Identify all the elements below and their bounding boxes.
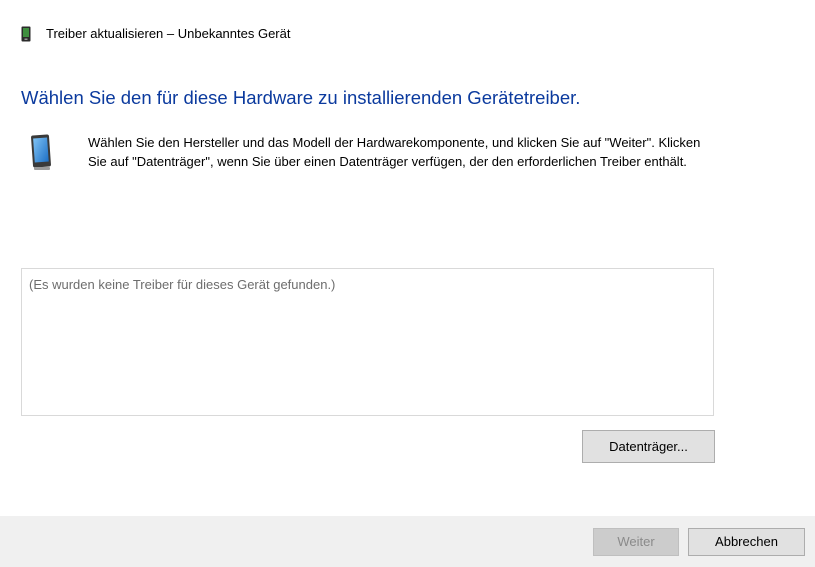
mobile-device-icon — [31, 134, 53, 172]
driver-list[interactable]: (Es wurden keine Treiber für dieses Gerä… — [21, 268, 714, 416]
update-driver-dialog: Treiber aktualisieren – Unbekanntes Gerä… — [0, 0, 815, 567]
cancel-button[interactable]: Abbrechen — [688, 528, 805, 556]
device-manager-icon — [21, 26, 31, 42]
have-disk-button[interactable]: Datenträger... — [582, 430, 715, 463]
dialog-title: Treiber aktualisieren – Unbekanntes Gerä… — [46, 26, 291, 41]
next-button[interactable]: Weiter — [593, 528, 679, 556]
dialog-title-bar: Treiber aktualisieren – Unbekanntes Gerä… — [0, 0, 815, 56]
dialog-footer: Weiter Abbrechen — [0, 516, 815, 567]
instruction-text: Wählen Sie den Hersteller und das Modell… — [88, 135, 701, 169]
driver-list-empty-message: (Es wurden keine Treiber für dieses Gerä… — [29, 277, 336, 292]
page-heading: Wählen Sie den für diese Hardware zu ins… — [21, 87, 581, 108]
